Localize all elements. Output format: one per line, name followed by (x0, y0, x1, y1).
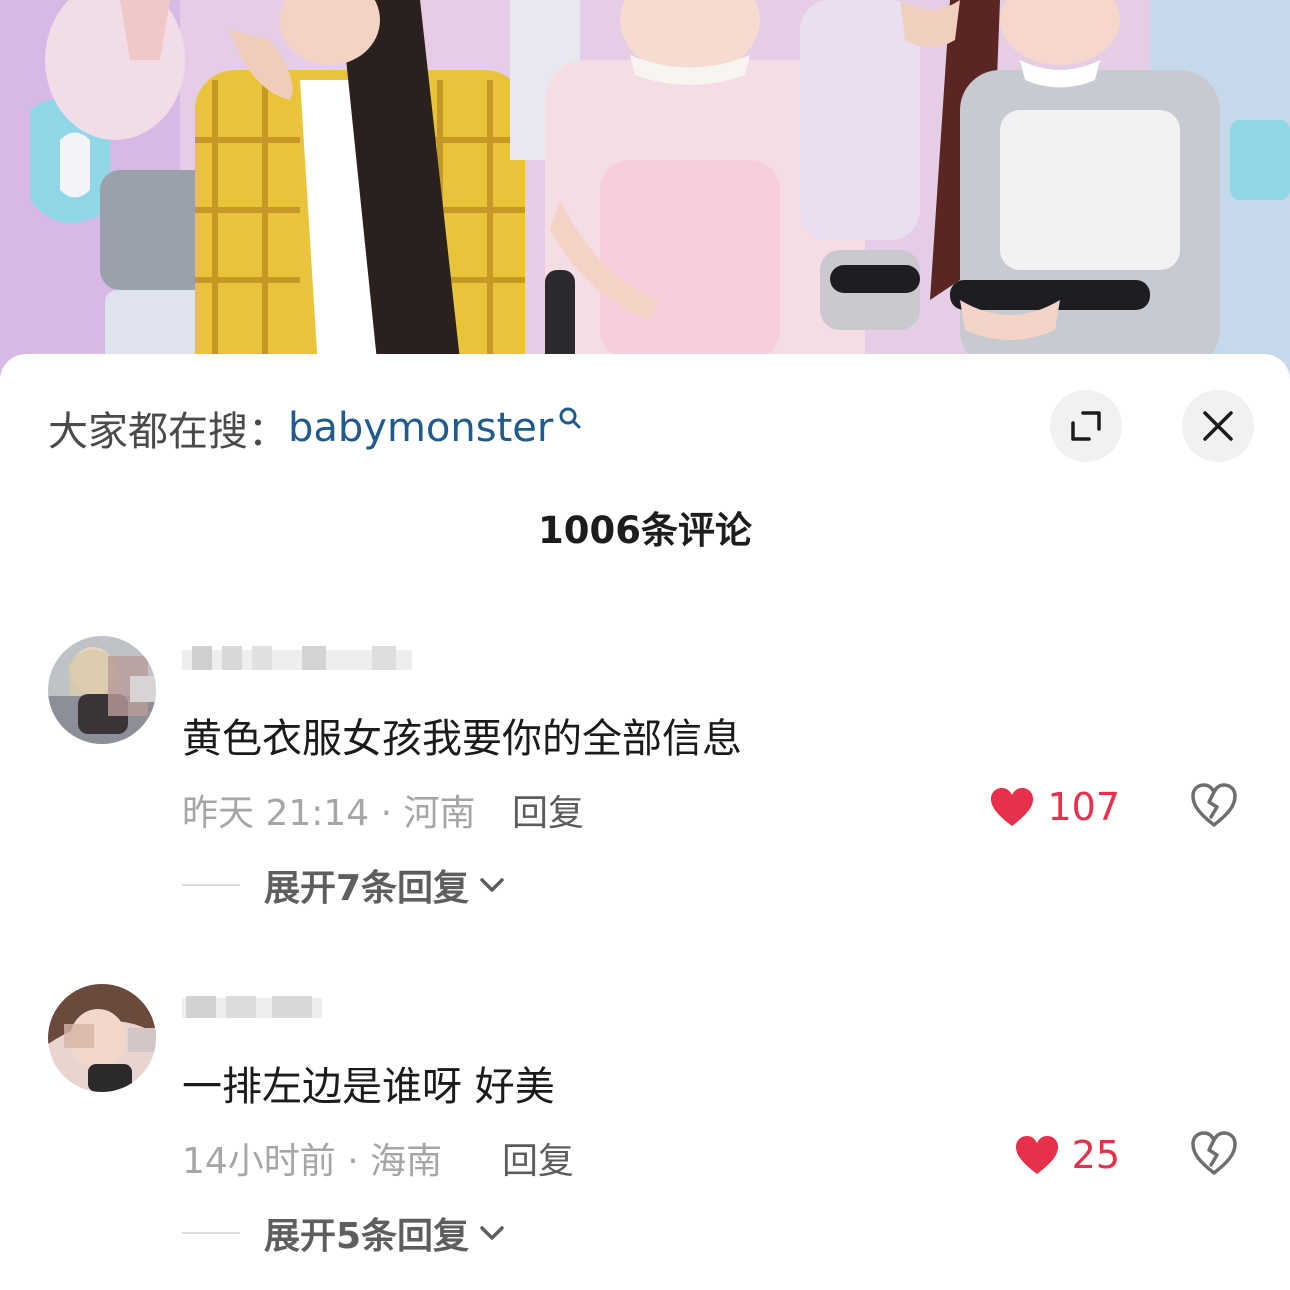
close-icon (1203, 411, 1233, 441)
chevron-down-icon (480, 878, 504, 892)
heart-icon (991, 788, 1034, 826)
reply-button[interactable]: 回复 (502, 1132, 574, 1184)
search-prefix: 大家都在搜： (48, 409, 288, 455)
search-icon[interactable] (557, 405, 583, 439)
expand-button[interactable] (1050, 390, 1122, 462)
avatar-image (48, 984, 156, 1092)
heart-icon (1015, 1136, 1058, 1174)
like-button[interactable]: 107 (989, 782, 1120, 832)
username-redaction (182, 646, 412, 670)
expand-icon (1071, 411, 1101, 441)
divider-line (182, 884, 240, 886)
avatar-image (48, 636, 156, 744)
comment-sheet: 大家都在搜： babymonster 1006条评论 黄色衣服女孩我要你的全部信… (0, 354, 1290, 1290)
chevron-down-icon (480, 1226, 504, 1240)
comment-time-location: 14小时前 · 海南 (182, 1141, 443, 1182)
comment-time-location: 昨天 21:14 · 河南 (182, 793, 476, 834)
comment-item: 一排左边是谁呀 好美 14小时前 · 海南 回复 25 展开5条回复 (0, 984, 1290, 1264)
video-frame[interactable] (0, 0, 1290, 400)
like-button[interactable]: 25 (1014, 1130, 1120, 1180)
expand-replies-label: 展开5条回复 (264, 1216, 470, 1257)
comment-item: 黄色衣服女孩我要你的全部信息 昨天 21:14 · 河南 回复 107 展开7条… (0, 636, 1290, 916)
expand-replies-label: 展开7条回复 (264, 868, 470, 909)
like-count: 25 (1071, 1133, 1120, 1177)
comment-text: 一排左边是谁呀 好美 (182, 1064, 555, 1110)
reply-button[interactable]: 回复 (512, 784, 584, 836)
screen: 大家都在搜： babymonster 1006条评论 黄色衣服女孩我要你的全部信… (0, 0, 1290, 1290)
broken-heart-icon[interactable] (1190, 1130, 1238, 1176)
video-image (0, 0, 1290, 400)
comment-text: 黄色衣服女孩我要你的全部信息 (182, 716, 742, 762)
avatar[interactable] (48, 984, 156, 1092)
broken-heart-icon[interactable] (1190, 782, 1238, 828)
expand-replies-button[interactable]: 展开5条回复 (182, 1210, 505, 1257)
search-term-link[interactable]: babymonster (288, 405, 553, 451)
comment-count: 1006条评论 (538, 509, 752, 552)
search-suggestion[interactable]: 大家都在搜： babymonster (48, 402, 583, 455)
close-button[interactable] (1182, 390, 1254, 462)
divider-line (182, 1232, 240, 1234)
avatar[interactable] (48, 636, 156, 744)
expand-replies-button[interactable]: 展开7条回复 (182, 862, 505, 909)
username-redaction (182, 996, 322, 1018)
like-count: 107 (1047, 785, 1120, 829)
